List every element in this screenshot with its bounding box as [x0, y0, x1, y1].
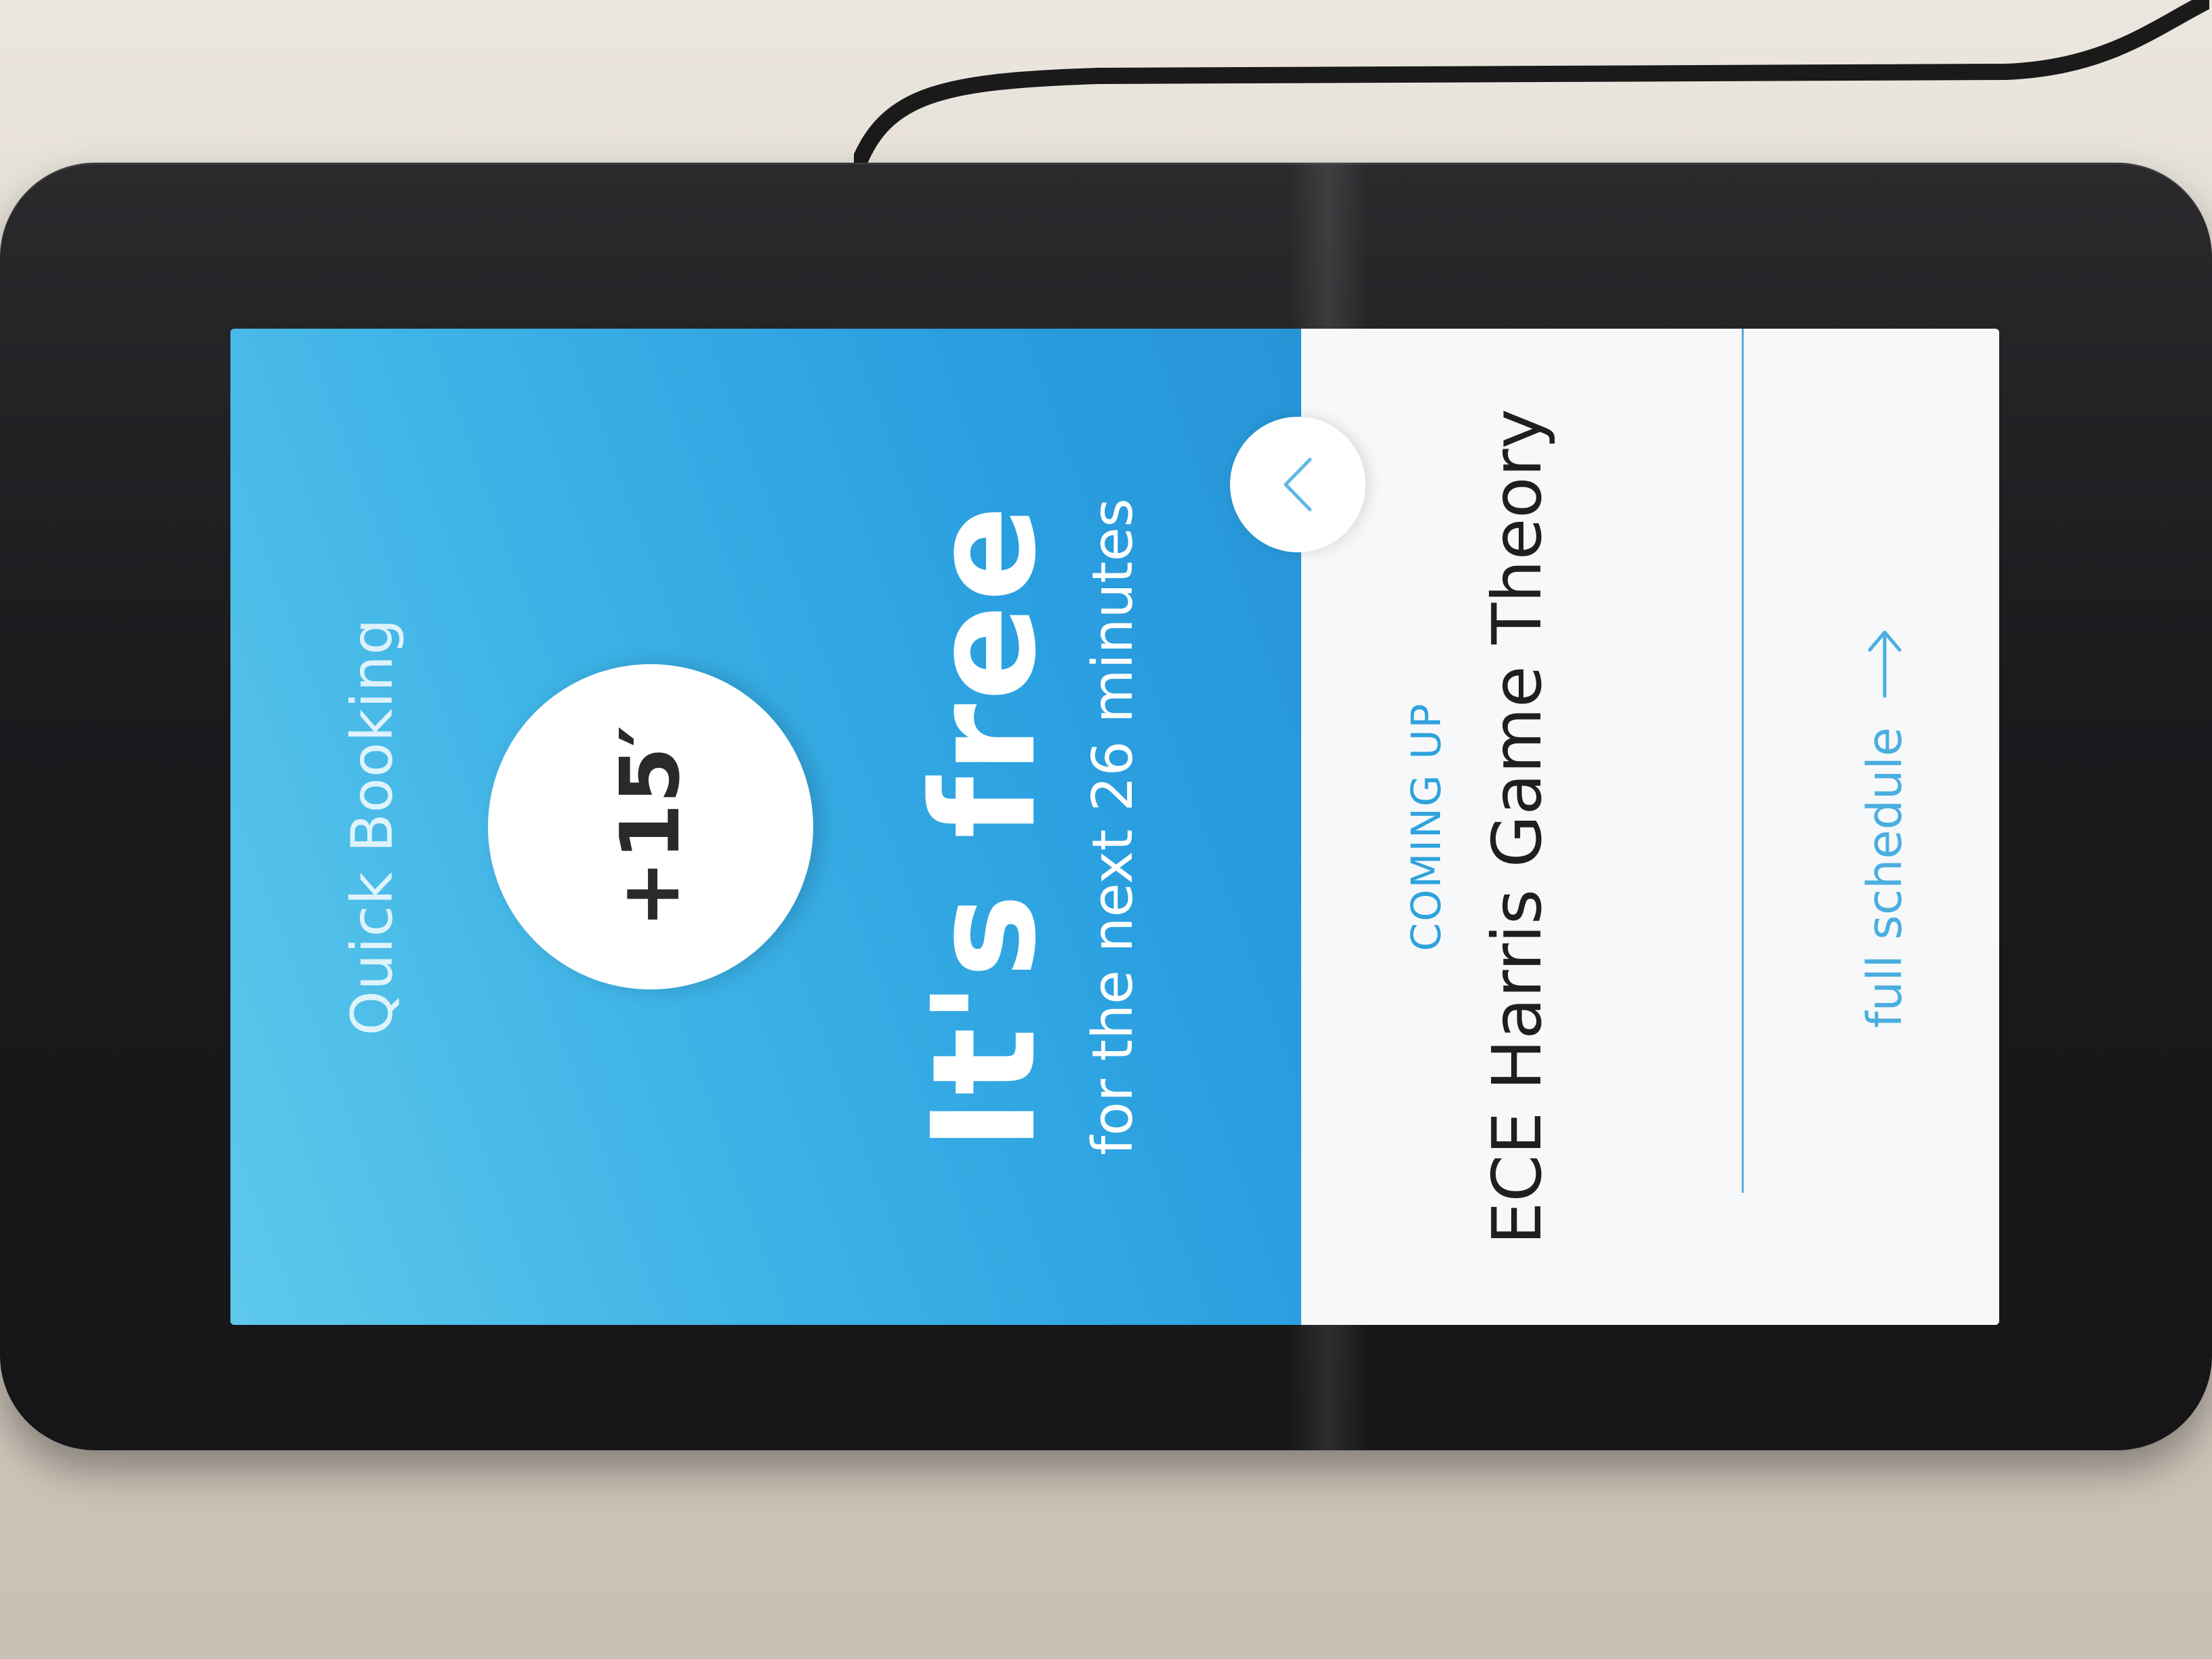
screen-viewport: Quick Booking +15′ It's free for the nex…	[230, 329, 1999, 1325]
coming-up-label: COMING UP	[1403, 702, 1450, 951]
room-status-subtitle: for the next 26 minutes	[1081, 498, 1145, 1155]
full-schedule-link[interactable]: full schedule	[1857, 329, 1912, 1325]
room-booking-screen: Quick Booking +15′ It's free for the nex…	[230, 329, 1999, 1325]
divider	[1742, 329, 1744, 1193]
upcoming-panel: COMING UP ECE Harris Game Theory full sc…	[1301, 329, 1999, 1325]
tablet-device: Quick Booking +15′ It's free for the nex…	[0, 163, 2212, 1450]
quick-booking-label: Quick Booking	[339, 617, 405, 1036]
chevron-up-icon	[1284, 457, 1312, 512]
power-cable	[854, 0, 2209, 184]
arrow-right-icon	[1868, 630, 1902, 698]
quick-book-15-button[interactable]: +15′	[488, 664, 813, 989]
next-meeting-title: ECE Harris Game Theory	[1477, 409, 1557, 1245]
availability-hero: Quick Booking +15′ It's free for the nex…	[230, 329, 1301, 1325]
full-schedule-label: full schedule	[1857, 727, 1912, 1028]
collapse-toggle-button[interactable]	[1230, 417, 1366, 552]
room-status-title: It's free	[901, 502, 1067, 1151]
